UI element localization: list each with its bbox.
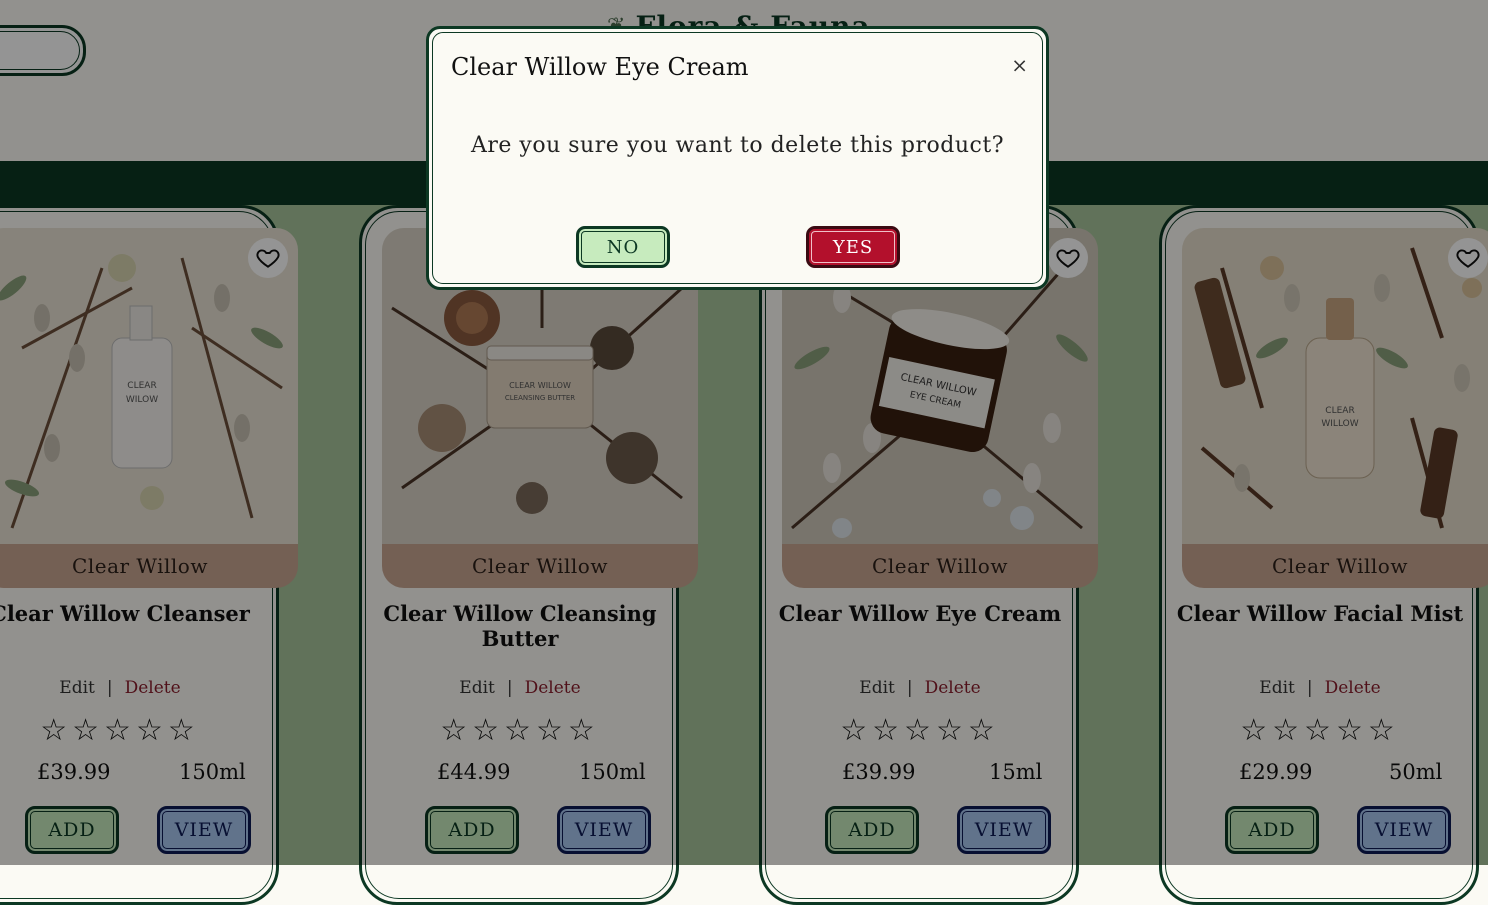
delete-confirm-dialog: Clear Willow Eye Cream × Are you sure yo… xyxy=(426,26,1049,290)
dialog-message: Are you sure you want to delete this pro… xyxy=(470,133,1004,158)
close-icon[interactable]: × xyxy=(1011,53,1028,77)
yes-button[interactable]: YES xyxy=(806,226,900,268)
dialog-title: Clear Willow Eye Cream xyxy=(451,53,749,81)
no-button[interactable]: NO xyxy=(576,226,670,268)
